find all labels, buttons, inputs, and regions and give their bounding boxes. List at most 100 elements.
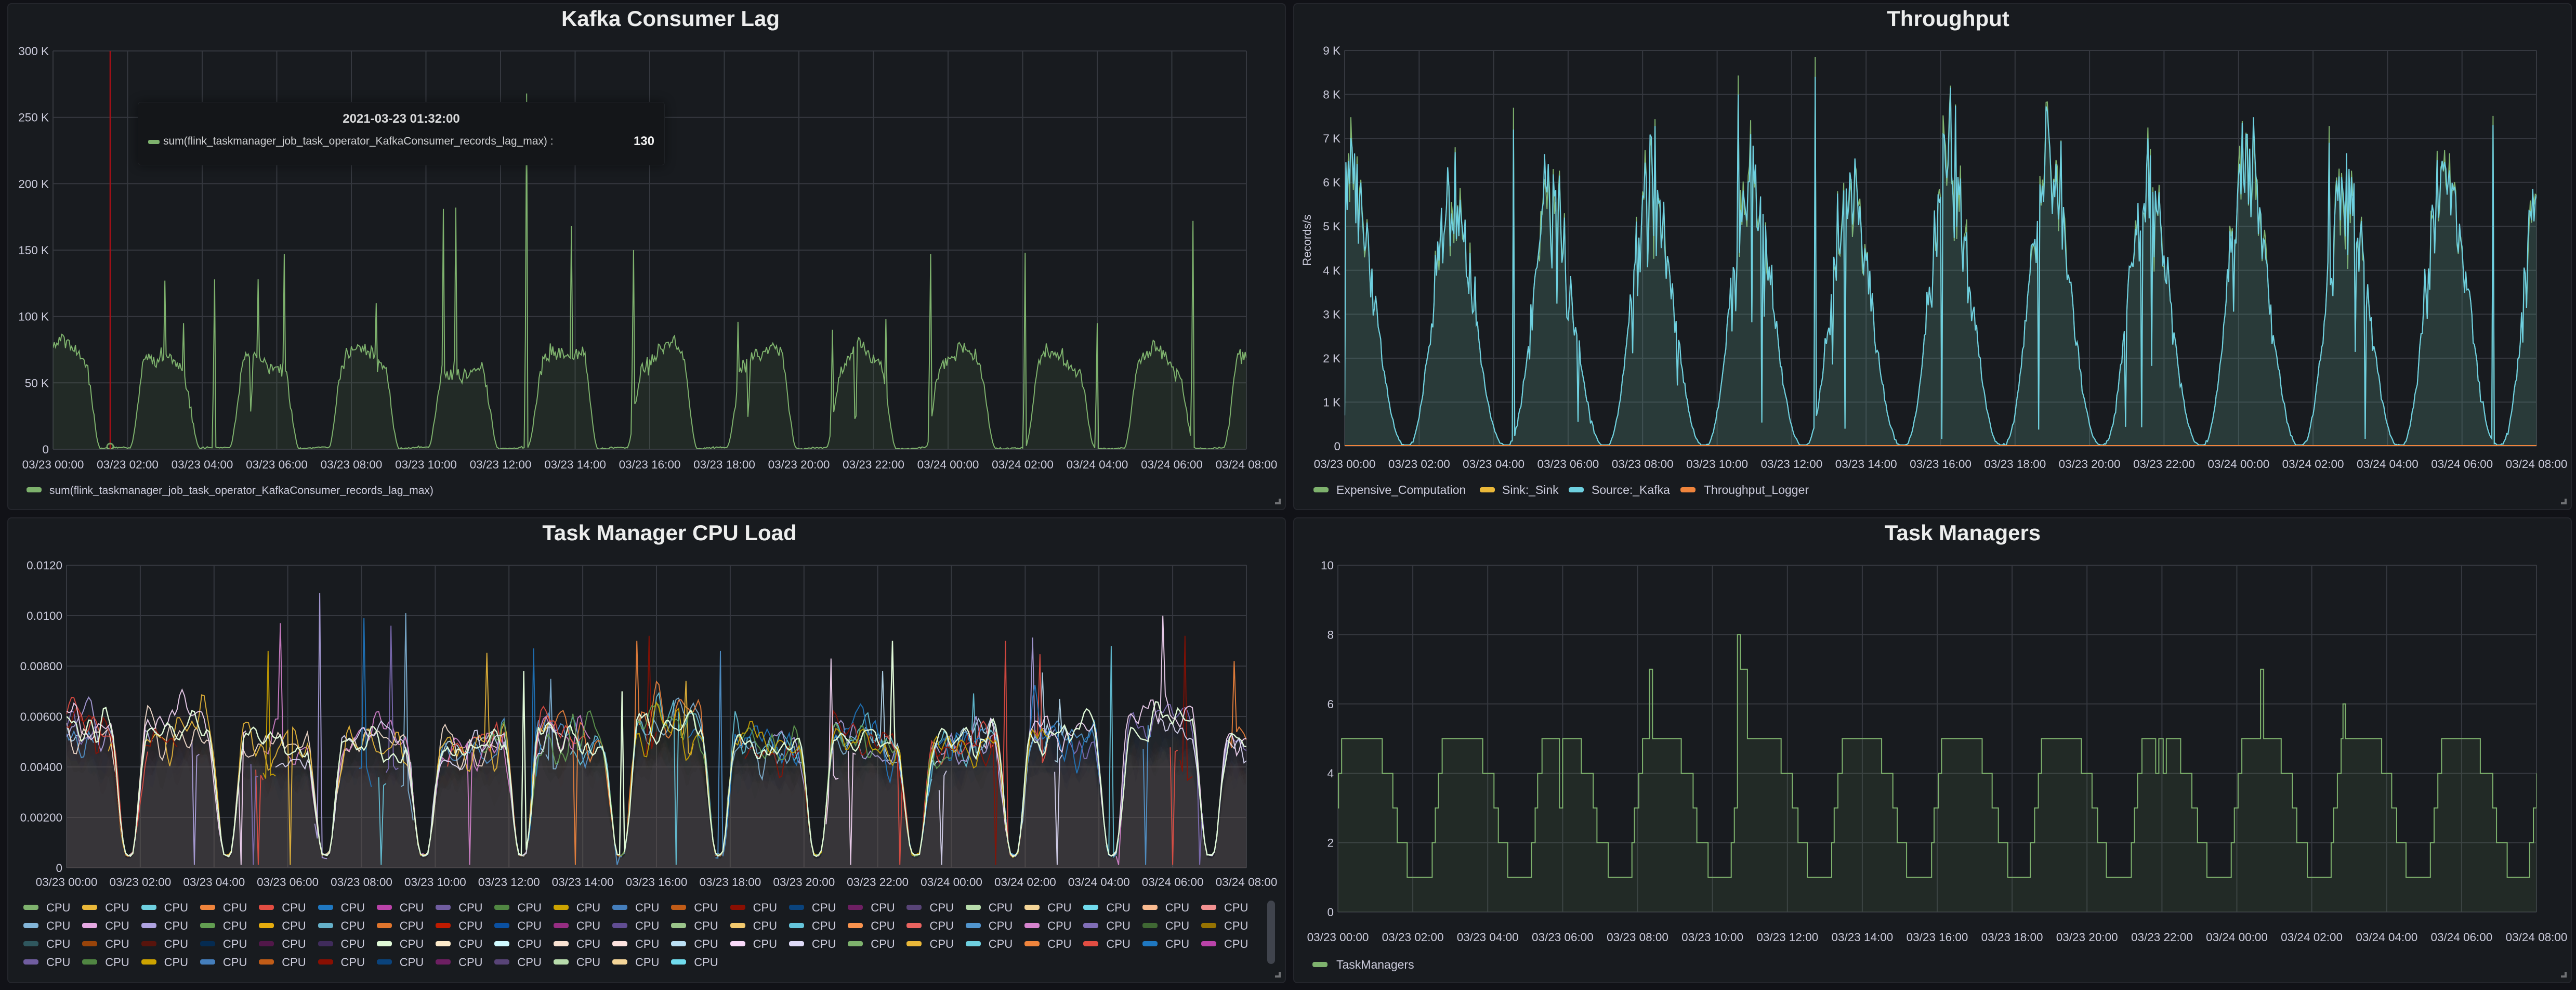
- svg-text:Throughput_Logger: Throughput_Logger: [1704, 483, 1809, 497]
- svg-text:1 K: 1 K: [1323, 396, 1340, 409]
- svg-text:CPU: CPU: [46, 901, 70, 914]
- svg-text:CPU: CPU: [694, 919, 718, 932]
- svg-text:03/24 04:00: 03/24 04:00: [2357, 458, 2419, 471]
- svg-text:CPU: CPU: [517, 956, 541, 969]
- svg-text:CPU: CPU: [1106, 919, 1130, 932]
- svg-text:CPU: CPU: [1224, 901, 1248, 914]
- svg-text:03/23 10:00: 03/23 10:00: [1686, 458, 1748, 471]
- svg-text:Throughput: Throughput: [1887, 6, 2009, 31]
- svg-text:03/24 00:00: 03/24 00:00: [921, 876, 982, 889]
- svg-text:CPU: CPU: [223, 919, 247, 932]
- svg-text:CPU: CPU: [576, 901, 600, 914]
- svg-text:03/24 06:00: 03/24 06:00: [1141, 458, 1203, 471]
- svg-text:03/24 04:00: 03/24 04:00: [1068, 876, 1130, 889]
- svg-text:CPU: CPU: [1047, 937, 1071, 950]
- svg-text:CPU: CPU: [1224, 937, 1248, 950]
- svg-text:03/24 08:00: 03/24 08:00: [2506, 931, 2568, 944]
- svg-text:8: 8: [1327, 628, 1334, 641]
- svg-text:CPU: CPU: [1106, 937, 1130, 950]
- svg-text:CPU: CPU: [282, 956, 306, 969]
- svg-text:CPU: CPU: [812, 937, 836, 950]
- svg-text:03/23 04:00: 03/23 04:00: [1457, 931, 1519, 944]
- svg-text:4 K: 4 K: [1323, 264, 1340, 277]
- svg-text:CPU: CPU: [458, 937, 482, 950]
- svg-text:03/23 16:00: 03/23 16:00: [1910, 458, 1972, 471]
- svg-text:CPU: CPU: [812, 901, 836, 914]
- svg-text:CPU: CPU: [576, 956, 600, 969]
- svg-text:2 K: 2 K: [1323, 352, 1340, 365]
- svg-text:03/23 18:00: 03/23 18:00: [693, 458, 755, 471]
- svg-text:CPU: CPU: [164, 937, 188, 950]
- svg-text:03/23 02:00: 03/23 02:00: [97, 458, 159, 471]
- svg-text:03/23 08:00: 03/23 08:00: [1612, 458, 1674, 471]
- svg-text:0: 0: [1334, 440, 1340, 453]
- svg-text:CPU: CPU: [930, 937, 954, 950]
- svg-text:CPU: CPU: [164, 901, 188, 914]
- svg-text:03/24 00:00: 03/24 00:00: [917, 458, 979, 471]
- svg-text:CPU: CPU: [400, 901, 424, 914]
- svg-text:03/23 20:00: 03/23 20:00: [768, 458, 830, 471]
- svg-text:03/23 10:00: 03/23 10:00: [404, 876, 466, 889]
- svg-text:0: 0: [42, 443, 49, 456]
- svg-text:CPU: CPU: [1165, 919, 1189, 932]
- svg-text:CPU: CPU: [458, 919, 482, 932]
- svg-text:03/23 08:00: 03/23 08:00: [331, 876, 392, 889]
- svg-text:03/24 00:00: 03/24 00:00: [2206, 931, 2268, 944]
- svg-text:CPU: CPU: [105, 937, 129, 950]
- svg-text:03/23 16:00: 03/23 16:00: [619, 458, 681, 471]
- svg-text:9 K: 9 K: [1323, 44, 1340, 57]
- svg-text:CPU: CPU: [930, 919, 954, 932]
- svg-text:sum(flink_taskmanager_job_task: sum(flink_taskmanager_job_task_operator_…: [49, 485, 433, 497]
- svg-text:CPU: CPU: [282, 901, 306, 914]
- svg-text:CPU: CPU: [517, 901, 541, 914]
- svg-text:03/23 02:00: 03/23 02:00: [1382, 931, 1444, 944]
- svg-text:03/24 02:00: 03/24 02:00: [994, 876, 1056, 889]
- svg-text:5 K: 5 K: [1323, 220, 1340, 233]
- svg-text:03/23 04:00: 03/23 04:00: [172, 458, 233, 471]
- svg-text:CPU: CPU: [458, 956, 482, 969]
- svg-text:03/23 12:00: 03/23 12:00: [470, 458, 532, 471]
- svg-text:CPU: CPU: [1047, 919, 1071, 932]
- svg-text:03/23 00:00: 03/23 00:00: [1314, 458, 1376, 471]
- svg-text:CPU: CPU: [164, 956, 188, 969]
- svg-text:CPU: CPU: [164, 919, 188, 932]
- svg-text:CPU: CPU: [753, 901, 777, 914]
- svg-text:CPU: CPU: [105, 956, 129, 969]
- svg-text:Kafka Consumer Lag: Kafka Consumer Lag: [561, 6, 780, 31]
- svg-text:03/23 02:00: 03/23 02:00: [1388, 458, 1450, 471]
- svg-text:0.00400: 0.00400: [20, 761, 62, 774]
- svg-text:TaskManagers: TaskManagers: [1336, 958, 1414, 971]
- svg-text:03/24 04:00: 03/24 04:00: [2356, 931, 2417, 944]
- svg-text:150 K: 150 K: [18, 244, 49, 257]
- svg-text:CPU: CPU: [1165, 937, 1189, 950]
- svg-text:03/23 18:00: 03/23 18:00: [699, 876, 761, 889]
- svg-text:CPU: CPU: [517, 919, 541, 932]
- svg-text:CPU: CPU: [400, 956, 424, 969]
- svg-text:03/24 08:00: 03/24 08:00: [1216, 876, 1278, 889]
- svg-text:CPU: CPU: [517, 937, 541, 950]
- svg-text:03/23 18:00: 03/23 18:00: [1984, 458, 2046, 471]
- svg-text:03/23 16:00: 03/23 16:00: [626, 876, 688, 889]
- svg-text:03/23 22:00: 03/23 22:00: [843, 458, 904, 471]
- svg-text:6: 6: [1327, 698, 1334, 711]
- svg-text:CPU: CPU: [635, 937, 659, 950]
- svg-text:50 K: 50 K: [25, 376, 49, 389]
- svg-text:03/24 06:00: 03/24 06:00: [2430, 931, 2492, 944]
- svg-text:03/23 10:00: 03/23 10:00: [1681, 931, 1743, 944]
- svg-text:CPU: CPU: [635, 919, 659, 932]
- svg-text:03/24 06:00: 03/24 06:00: [1142, 876, 1204, 889]
- svg-text:CPU: CPU: [635, 901, 659, 914]
- svg-text:03/23 14:00: 03/23 14:00: [544, 458, 606, 471]
- svg-text:200 K: 200 K: [18, 177, 49, 190]
- svg-text:CPU: CPU: [341, 919, 365, 932]
- svg-text:CPU: CPU: [871, 937, 895, 950]
- svg-text:CPU: CPU: [871, 901, 895, 914]
- svg-text:Source:_Kafka: Source:_Kafka: [1592, 483, 1670, 497]
- svg-text:03/23 12:00: 03/23 12:00: [1760, 458, 1822, 471]
- svg-text:03/23 16:00: 03/23 16:00: [1907, 931, 1968, 944]
- svg-text:03/24 02:00: 03/24 02:00: [2281, 931, 2343, 944]
- svg-text:CPU: CPU: [753, 937, 777, 950]
- svg-text:03/23 14:00: 03/23 14:00: [552, 876, 614, 889]
- svg-text:6 K: 6 K: [1323, 176, 1340, 189]
- svg-text:03/23 06:00: 03/23 06:00: [246, 458, 308, 471]
